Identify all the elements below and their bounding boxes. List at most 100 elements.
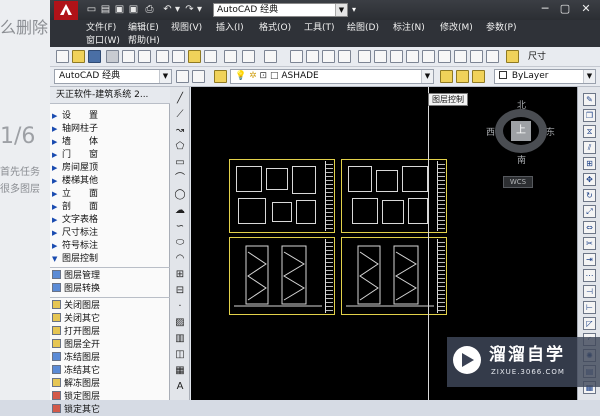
minimize-icon[interactable]: ─ (538, 2, 552, 16)
compass-north[interactable]: 北 (517, 98, 526, 111)
extend-icon[interactable]: ⇥ (583, 253, 596, 266)
sheet-set-icon[interactable] (406, 50, 419, 63)
viewcube-top-face[interactable]: 上 (511, 121, 531, 141)
tz-sub-item[interactable]: 冻结图层 (52, 352, 168, 364)
zoom-realtime-icon[interactable] (306, 50, 319, 63)
menu-help[interactable]: 帮助(H) (128, 35, 160, 47)
zoom-window-icon[interactable] (322, 50, 335, 63)
new-file-icon[interactable]: ▭ (86, 4, 97, 15)
quickcalc-icon[interactable] (438, 50, 451, 63)
redo-dropdown-icon[interactable]: ▾ (194, 4, 205, 15)
layer-state-icon[interactable] (472, 70, 485, 83)
line-icon[interactable]: ╱ (174, 93, 186, 105)
tz-sub-item[interactable]: 冻结其它 (52, 365, 168, 377)
publish-icon[interactable] (138, 50, 151, 63)
menu-draw[interactable]: 绘图(D) (347, 22, 379, 34)
menu-insert[interactable]: 插入(I) (216, 22, 244, 34)
cut-icon[interactable] (156, 50, 169, 63)
chamfer-icon[interactable]: ◸ (583, 317, 596, 330)
paste-icon[interactable] (188, 50, 201, 63)
break-icon[interactable]: ⊣ (583, 285, 596, 298)
quick-access-dropdown-icon[interactable]: ▾ (352, 3, 362, 17)
revision-cloud-icon[interactable]: ☁ (174, 205, 186, 217)
region-icon[interactable]: ◫ (174, 349, 186, 361)
circle-icon[interactable]: ◯ (174, 189, 186, 201)
polygon-icon[interactable]: ⬠ (174, 141, 186, 153)
menu-modify[interactable]: 修改(M) (440, 22, 473, 34)
arc-icon[interactable]: ⌒ (174, 173, 186, 185)
menu-file[interactable]: 文件(F) (86, 22, 116, 34)
construction-line-icon[interactable]: ⟋ (174, 109, 186, 121)
join-icon[interactable]: ⊢ (583, 301, 596, 314)
design-center-icon[interactable] (374, 50, 387, 63)
tool-palettes-icon[interactable] (390, 50, 403, 63)
move-icon[interactable]: ✥ (583, 173, 596, 186)
tz-menu-item[interactable]: ▶ 轴网柱子 (52, 123, 168, 135)
compass-west[interactable]: 西 (486, 125, 495, 138)
copy-object-icon[interactable]: ❐ (583, 109, 596, 122)
tz-sub-item[interactable]: 打开图层 (52, 326, 168, 338)
open-folder-icon[interactable]: ▤ (100, 4, 111, 15)
close-icon[interactable]: ✕ (579, 2, 593, 16)
tz-sub-item[interactable]: 锁定图层 (52, 391, 168, 403)
insert-block-icon[interactable]: ⊞ (174, 269, 186, 281)
stretch-icon[interactable]: ⇔ (583, 221, 596, 234)
tz-menu-item[interactable]: ▶ 尺寸标注 (52, 227, 168, 239)
workspace-combo[interactable]: AutoCAD 经典 ▼ (54, 69, 172, 84)
properties-icon[interactable] (358, 50, 371, 63)
layer-previous-icon[interactable] (456, 70, 469, 83)
save-tb-icon[interactable] (88, 50, 101, 63)
menu-tools[interactable]: 工具(T) (304, 22, 335, 34)
offset-icon[interactable]: ⫽ (583, 141, 596, 154)
annotation-icon[interactable] (486, 50, 499, 63)
compass-east[interactable]: 东 (546, 125, 555, 138)
markup-icon[interactable] (422, 50, 435, 63)
autocad-logo-icon[interactable] (54, 1, 78, 20)
polyline-icon[interactable]: ↝ (174, 125, 186, 137)
ellipse-icon[interactable]: ⬭ (174, 237, 186, 249)
point-icon[interactable]: · (174, 301, 186, 313)
drawing-sheet[interactable] (341, 159, 447, 233)
maximize-icon[interactable]: ▢ (558, 2, 572, 16)
qnew-icon[interactable] (56, 50, 69, 63)
multiline-text-icon[interactable]: A (174, 381, 186, 393)
save-icon[interactable]: ▣ (114, 4, 125, 15)
gradient-icon[interactable]: ▥ (174, 333, 186, 345)
tz-menu-item[interactable]: ▶ 文字表格 (52, 214, 168, 226)
tz-sub-item[interactable]: 解冻图层 (52, 378, 168, 390)
wcs-menu[interactable]: WCS (503, 176, 533, 188)
tz-sub-item[interactable]: 锁定其它 (52, 404, 168, 416)
spline-icon[interactable]: ∽ (174, 221, 186, 233)
ellipse-arc-icon[interactable]: ◠ (174, 253, 186, 265)
workspace-switcher[interactable]: AutoCAD 经典 ▼ (213, 3, 348, 17)
hatch-icon[interactable]: ▨ (174, 317, 186, 329)
erase-icon[interactable]: ✎ (583, 93, 596, 106)
plot-preview-icon[interactable] (122, 50, 135, 63)
tz-menu-item[interactable]: ▶ 门 窗 (52, 149, 168, 161)
save-as-icon[interactable]: ▣ (128, 4, 139, 15)
match-properties-icon[interactable] (204, 50, 217, 63)
tz-sub-item[interactable]: 关闭图层 (52, 300, 168, 312)
drawing-sheet[interactable] (341, 237, 447, 315)
zoom-previous-icon[interactable] (338, 50, 351, 63)
menu-edit[interactable]: 编辑(E) (128, 22, 159, 34)
undo-dropdown-icon[interactable]: ▾ (172, 4, 183, 15)
redo-tb-icon[interactable] (264, 50, 277, 63)
compass-south[interactable]: 南 (517, 153, 526, 166)
tz-menu-item[interactable]: ▶ 符号标注 (52, 240, 168, 252)
make-current-layer-icon[interactable] (440, 70, 453, 83)
text-style-icon[interactable] (470, 50, 483, 63)
menu-format[interactable]: 格式(O) (259, 22, 291, 34)
undo-tb-icon[interactable] (242, 50, 255, 63)
menu-dimension[interactable]: 标注(N) (393, 22, 425, 34)
tz-menu-item[interactable]: ▶ 墙 体 (52, 136, 168, 148)
rotate-icon[interactable]: ↻ (583, 189, 596, 202)
table-icon[interactable]: ▦ (174, 365, 186, 377)
menu-parameter[interactable]: 参数(P) (486, 22, 516, 34)
block-editor-icon[interactable] (224, 50, 237, 63)
array-icon[interactable]: ⊞ (583, 157, 596, 170)
color-combo[interactable]: ByLayer ▼ (494, 69, 596, 84)
tz-menu-item-expanded[interactable]: ▼ 图层控制 (52, 253, 168, 265)
rectangle-icon[interactable]: ▭ (174, 157, 186, 169)
trim-icon[interactable]: ✂ (583, 237, 596, 250)
